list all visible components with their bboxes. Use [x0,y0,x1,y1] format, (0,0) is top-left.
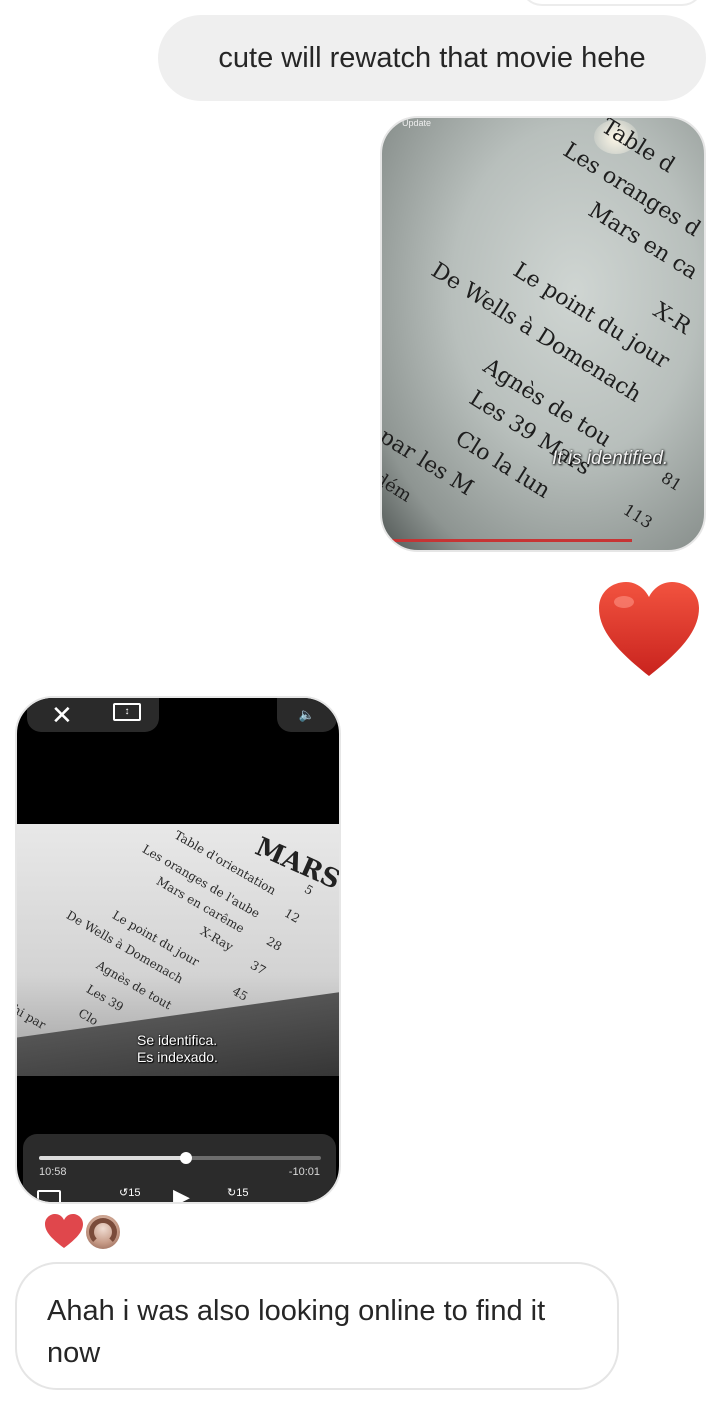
book-line: X-R [648,298,695,340]
video-subtitles: Se identifica. Es indexado. [137,1032,218,1066]
pip-icon[interactable] [37,1190,61,1202]
skip-back-icon[interactable]: ↺15 [119,1186,140,1199]
progress-line [382,539,632,542]
incoming-message-text: Ahah i was also looking online to find i… [47,1295,546,1369]
page-number: 12 [282,906,303,926]
photo-message[interactable]: Update Table d Les oranges d Mars en ca … [380,116,706,552]
scrubber-knob[interactable] [179,1152,192,1164]
video-top-bar: ✕ ↕ 🔈 [17,698,339,734]
photo-caption: It is identified. [552,448,669,469]
avatar-hair [89,1218,117,1246]
subtitle-line: Es indexado. [137,1049,218,1065]
scrubber-fill [39,1156,186,1160]
outgoing-message-text: cute will rewatch that movie hehe [218,41,646,74]
close-icon[interactable]: ✕ [51,700,73,731]
elapsed-time: 10:58 [39,1166,67,1178]
subtitle-line: Se identifica. [137,1032,218,1048]
book-line: dém [380,468,416,507]
play-icon[interactable]: ▶ [173,1184,190,1202]
skip-forward-seconds: 15 [236,1187,249,1199]
page-number: 5 [302,882,316,898]
heart-reaction-icon [599,582,699,676]
speaker-icon: 🔈 [298,707,316,722]
book-line: Clo [76,1006,101,1029]
book-line: hi par [17,1002,49,1033]
video-controls: 10:58 -10:01 ↺15 ▶ ↻15 [23,1134,336,1202]
skip-forward-icon[interactable]: ↻15 [227,1186,248,1199]
page-number: 113 [619,500,656,533]
video-top-controls: ✕ ↕ [27,698,159,732]
incoming-message-bubble[interactable]: Ahah i was also looking online to find i… [15,1262,619,1390]
previous-bubble-edge [520,0,704,6]
video-message[interactable]: ✕ ↕ 🔈 MARS Table d'orientation Les orang… [15,696,341,1204]
resize-icon[interactable]: ↕ [113,703,141,721]
page-number: 28 [264,934,285,954]
remaining-time: -10:01 [288,1166,320,1178]
page-number: 37 [248,958,269,978]
outgoing-message-bubble[interactable]: cute will rewatch that movie hehe [158,15,706,101]
volume-button[interactable]: 🔈 [277,698,337,732]
reactor-avatar[interactable] [84,1213,122,1251]
page-number: 81 [657,468,686,495]
book-page: Table d Les oranges d Mars en ca X-R Le … [382,118,704,550]
skip-back-seconds: 15 [128,1187,141,1199]
scrubber-track[interactable] [39,1152,321,1164]
page-number: 45 [230,984,251,1004]
heart-icon [45,1214,83,1248]
